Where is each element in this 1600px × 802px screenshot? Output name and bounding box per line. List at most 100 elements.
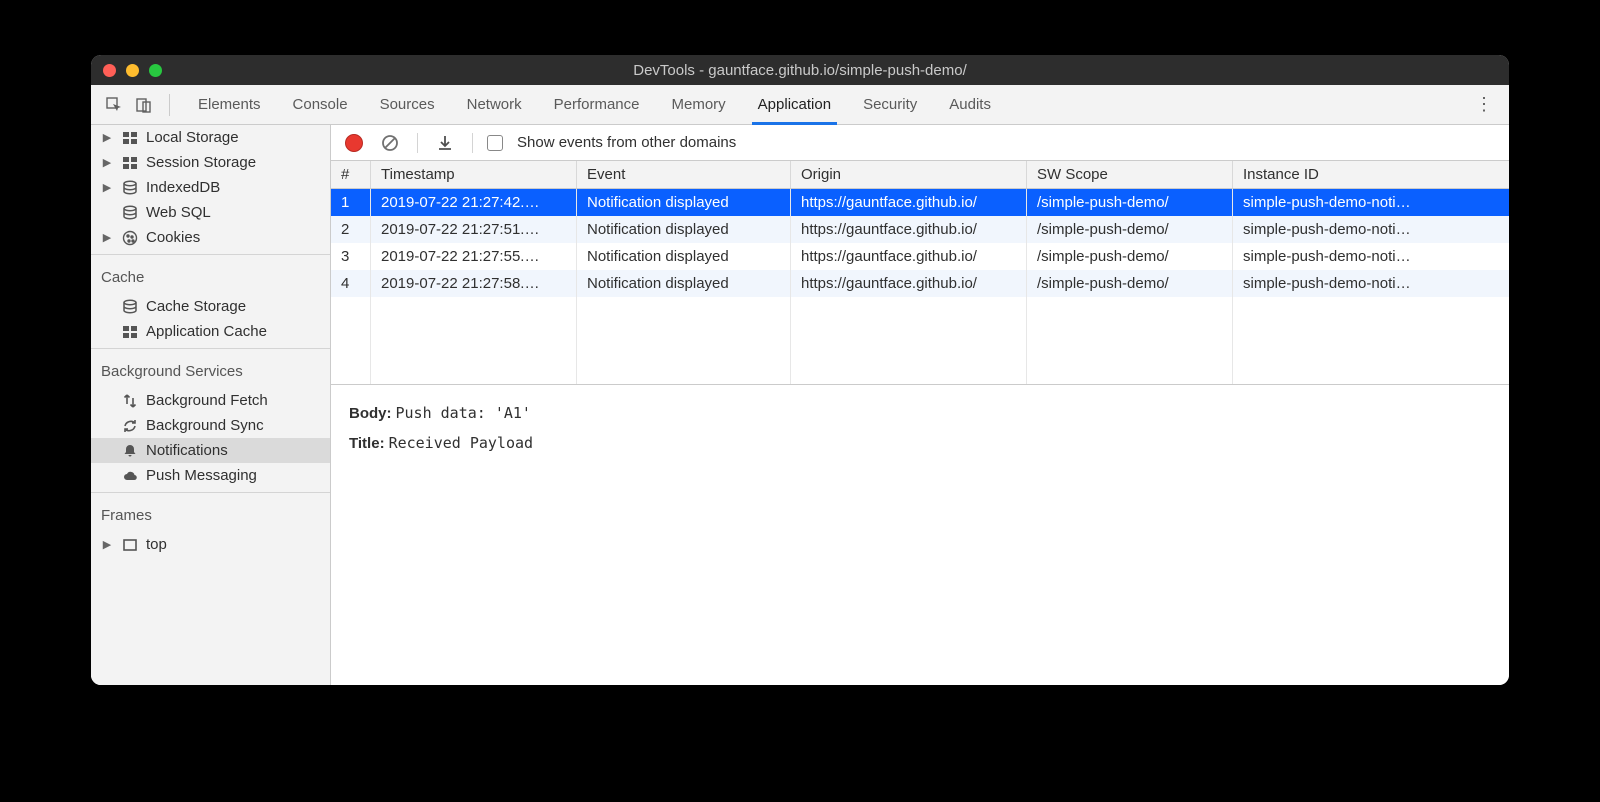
cell-sw: /simple-push-demo/ [1027,243,1233,270]
sidebar-item-web-sql[interactable]: ▶Web SQL [91,200,330,225]
cell-iid: simple-push-demo-noti… [1233,216,1509,243]
sync-icon [121,417,138,434]
devtools-window: DevTools - gauntface.github.io/simple-pu… [91,55,1509,685]
cell-ev: Notification displayed [577,189,791,216]
separator [91,348,330,349]
events-table: # Timestamp Event Origin SW Scope Instan… [331,161,1509,385]
cell-org: https://gauntface.github.io/ [791,216,1027,243]
record-button[interactable] [345,134,363,152]
expand-caret-icon[interactable]: ▶ [101,156,113,169]
title-value: Received Payload [389,434,534,452]
cell-ev: Notification displayed [577,270,791,297]
tab-console[interactable]: Console [291,87,350,122]
db-icon [121,204,138,221]
panel-tabs: Elements Console Sources Network Performance… [196,87,993,122]
col-event[interactable]: Event [577,161,791,188]
window-title-bar: DevTools - gauntface.github.io/simple-pu… [91,55,1509,85]
table-row[interactable]: 12019-07-22 21:27:42.…Notification displ… [331,189,1509,216]
tab-memory[interactable]: Memory [670,87,728,122]
cell-ts: 2019-07-22 21:27:42.… [371,189,577,216]
cell-num: 1 [331,189,371,216]
sidebar-item-push-messaging[interactable]: ▶Push Messaging [91,463,330,488]
frames-section-title: Frames [91,497,330,532]
events-toolbar: Show events from other domains [331,125,1509,161]
download-icon[interactable] [432,130,458,156]
cell-org: https://gauntface.github.io/ [791,270,1027,297]
sidebar-item-local-storage[interactable]: ▶ Local Storage [91,125,330,150]
main-pane: Show events from other domains # Timesta… [331,125,1509,685]
sidebar-item-label: top [146,536,167,553]
sidebar-item-label: Push Messaging [146,467,257,484]
frame-icon [121,536,138,553]
sidebar-item-cache-storage[interactable]: ▶Cache Storage [91,294,330,319]
table-row[interactable]: 42019-07-22 21:27:58.…Notification displ… [331,270,1509,297]
show-other-domains-checkbox[interactable] [487,135,503,151]
col-instance-id[interactable]: Instance ID [1233,161,1509,188]
expand-caret-icon[interactable]: ▶ [101,231,113,244]
cell-ts: 2019-07-22 21:27:58.… [371,270,577,297]
grid-icon [121,154,138,171]
sidebar-item-label: Cookies [146,229,200,246]
col-number[interactable]: # [331,161,371,188]
table-row[interactable]: 22019-07-22 21:27:51.…Notification displ… [331,216,1509,243]
cell-ts: 2019-07-22 21:27:55.… [371,243,577,270]
cell-num: 3 [331,243,371,270]
cell-ts: 2019-07-22 21:27:51.… [371,216,577,243]
table-header: # Timestamp Event Origin SW Scope Instan… [331,161,1509,189]
sidebar-item-background-fetch[interactable]: ▶Background Fetch [91,388,330,413]
sidebar-item-application-cache[interactable]: ▶Application Cache [91,319,330,344]
sidebar-item-top[interactable]: ▶ top [91,532,330,557]
show-other-domains-label: Show events from other domains [517,134,736,151]
cache-section-title: Cache [91,259,330,294]
device-toggle-icon[interactable] [131,92,157,118]
separator [472,133,473,153]
sidebar-item-session-storage[interactable]: ▶ Session Storage [91,150,330,175]
cookie-icon [121,229,138,246]
cell-sw: /simple-push-demo/ [1027,270,1233,297]
sidebar-item-label: Background Sync [146,417,264,434]
sidebar-item-label: IndexedDB [146,179,220,196]
table-row[interactable]: 32019-07-22 21:27:55.…Notification displ… [331,243,1509,270]
sidebar-item-label: Background Fetch [146,392,268,409]
cell-iid: simple-push-demo-noti… [1233,270,1509,297]
separator [169,94,170,116]
event-details: Body:Push data: 'A1' Title:Received Payl… [331,385,1509,685]
db-icon [121,298,138,315]
grid-icon [121,129,138,146]
tab-audits[interactable]: Audits [947,87,993,122]
tab-performance[interactable]: Performance [552,87,642,122]
cell-iid: simple-push-demo-noti… [1233,189,1509,216]
cell-ev: Notification displayed [577,243,791,270]
inspect-element-icon[interactable] [101,92,127,118]
cell-num: 2 [331,216,371,243]
sidebar-item-indexeddb[interactable]: ▶ IndexedDB [91,175,330,200]
sidebar-item-background-sync[interactable]: ▶Background Sync [91,413,330,438]
tab-elements[interactable]: Elements [196,87,263,122]
tab-security[interactable]: Security [861,87,919,122]
tab-sources[interactable]: Sources [378,87,437,122]
cloud-icon [121,467,138,484]
sidebar-item-notifications[interactable]: ▶Notifications [91,438,330,463]
separator [91,254,330,255]
db-icon [121,179,138,196]
cell-org: https://gauntface.github.io/ [791,189,1027,216]
sidebar-item-label: Session Storage [146,154,256,171]
sidebar-item-label: Cache Storage [146,298,246,315]
tab-application[interactable]: Application [756,87,833,122]
col-sw-scope[interactable]: SW Scope [1027,161,1233,188]
clear-icon[interactable] [377,130,403,156]
more-menu-icon[interactable]: ⋮ [1469,94,1499,115]
cell-iid: simple-push-demo-noti… [1233,243,1509,270]
detail-title-row: Title:Received Payload [349,429,1491,459]
separator [91,492,330,493]
col-origin[interactable]: Origin [791,161,1027,188]
sidebar-item-label: Local Storage [146,129,239,146]
body-value: Push data: 'A1' [396,404,531,422]
col-timestamp[interactable]: Timestamp [371,161,577,188]
expand-caret-icon[interactable]: ▶ [101,181,113,194]
sidebar-item-cookies[interactable]: ▶ Cookies [91,225,330,250]
expand-caret-icon[interactable]: ▶ [101,131,113,144]
swap-icon [121,392,138,409]
tab-network[interactable]: Network [465,87,524,122]
expand-caret-icon[interactable]: ▶ [101,538,113,551]
